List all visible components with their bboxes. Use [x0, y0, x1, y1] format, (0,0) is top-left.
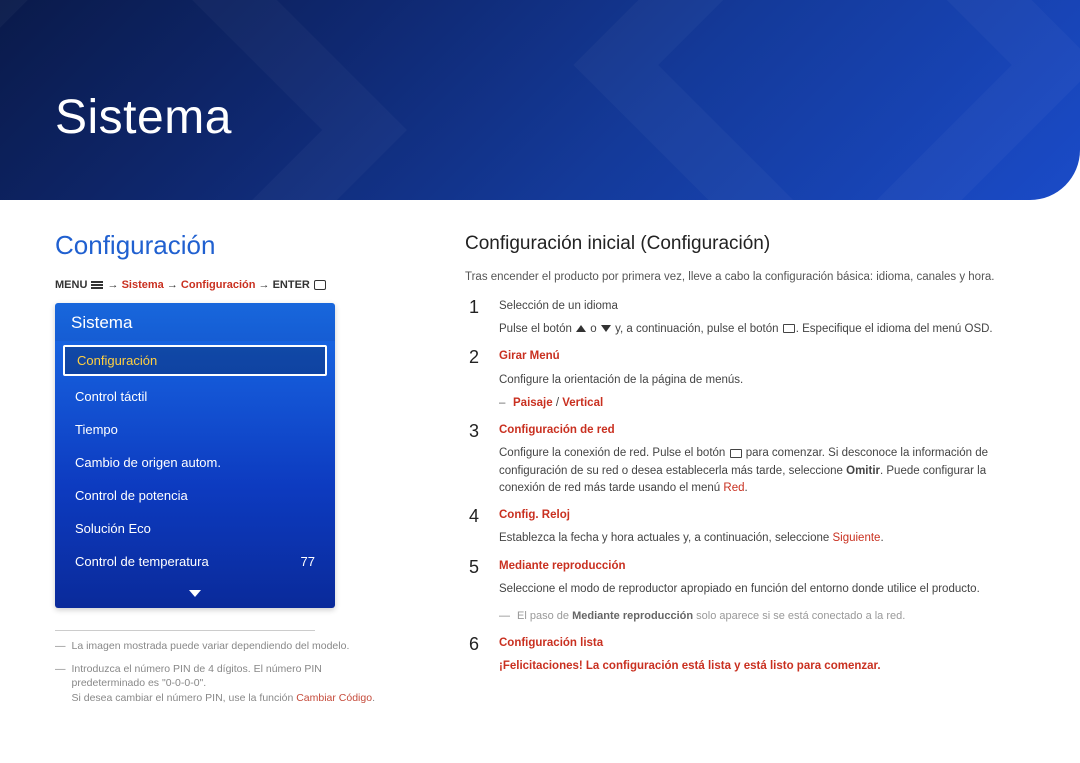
- step-body: Girar MenúConfigure la orientación de la…: [499, 348, 1035, 412]
- step-row: 1 Selección de un idiomaPulse el botón o …: [465, 298, 1035, 339]
- right-column: Configuración inicial (Configuración) Tr…: [465, 230, 1035, 706]
- osd-item[interactable]: Cambio de origen autom.: [55, 446, 335, 479]
- osd-item-label: Control de potencia: [75, 488, 188, 503]
- enter-icon: [313, 280, 327, 290]
- osd-item[interactable]: Solución Eco: [55, 512, 335, 545]
- bc-path-configuracion: Configuración: [181, 279, 256, 291]
- step-row: 2 Girar MenúConfigure la orientación de l…: [465, 348, 1035, 412]
- content-area: Configuración MENU → Sistema → Configura…: [0, 200, 1080, 726]
- enter-icon: [783, 324, 795, 333]
- osd-item-label: Solución Eco: [75, 521, 151, 536]
- osd-title: Sistema: [55, 303, 335, 341]
- step-body: Mediante reproducciónSeleccione el modo …: [499, 558, 1035, 599]
- footnote: ―La imagen mostrada puede variar dependi…: [55, 639, 375, 654]
- hero-banner: Sistema: [0, 0, 1080, 200]
- step-number: 2: [465, 348, 483, 368]
- chevron-down-icon: [189, 590, 201, 597]
- osd-item-label: Control táctil: [75, 389, 147, 404]
- divider: [55, 630, 315, 631]
- step-number: 6: [465, 635, 483, 655]
- osd-item-value: 77: [301, 554, 315, 569]
- osd-menu: Sistema Configuración Control táctil Tiemp…: [55, 303, 335, 608]
- step-body: Configuración de redConfigure la conexió…: [499, 422, 1035, 497]
- step-row: 3 Configuración de redConfigure la conexi…: [465, 422, 1035, 497]
- step-row: 6 Configuración lista¡Felicitaciones! La …: [465, 635, 1035, 676]
- step-body: Configuración lista¡Felicitaciones! La c…: [499, 635, 1035, 676]
- enter-icon: [730, 449, 742, 458]
- bc-path-sistema: Sistema: [122, 279, 164, 291]
- footnote: ―Introduzca el número PIN de 4 dígitos. …: [55, 662, 375, 706]
- breadcrumb: MENU → Sistema → Configuración → ENTER: [55, 279, 415, 291]
- step-number: 5: [465, 558, 483, 578]
- triangle-up-icon: [576, 325, 586, 332]
- step-number: 3: [465, 422, 483, 442]
- step-body: Selección de un idiomaPulse el botón o y…: [499, 298, 1035, 339]
- osd-item[interactable]: Tiempo: [55, 413, 335, 446]
- page-title: Sistema: [55, 90, 232, 145]
- bc-menu-label: MENU: [55, 279, 87, 291]
- section-title: Configuración: [55, 230, 415, 261]
- step-row: 5 Mediante reproducciónSeleccione el modo…: [465, 558, 1035, 599]
- intro-text: Tras encender el producto por primera ve…: [465, 269, 1035, 286]
- osd-item-label: Control de temperatura: [75, 554, 209, 569]
- osd-item[interactable]: Control de potencia: [55, 479, 335, 512]
- subheading: Configuración inicial (Configuración): [465, 230, 1035, 259]
- step-body: Config. RelojEstablezca la fecha y hora …: [499, 507, 1035, 548]
- step-row: 4 Config. RelojEstablezca la fecha y hora…: [465, 507, 1035, 548]
- bc-enter-label: ENTER: [273, 279, 310, 291]
- triangle-down-icon: [601, 325, 611, 332]
- left-column: Configuración MENU → Sistema → Configura…: [55, 230, 415, 706]
- menu-icon: [90, 280, 104, 290]
- step-post-note: ― El paso de Mediante reproducción solo …: [499, 608, 1035, 625]
- osd-item[interactable]: Control táctil: [55, 380, 335, 413]
- osd-item-label: Tiempo: [75, 422, 118, 437]
- osd-more-below[interactable]: [55, 578, 335, 608]
- osd-item[interactable]: Control de temperatura 77: [55, 545, 335, 578]
- osd-item-label: Cambio de origen autom.: [75, 455, 221, 470]
- osd-item-label: Configuración: [77, 353, 157, 368]
- osd-item[interactable]: Configuración: [63, 345, 327, 376]
- step-number: 1: [465, 298, 483, 318]
- step-number: 4: [465, 507, 483, 527]
